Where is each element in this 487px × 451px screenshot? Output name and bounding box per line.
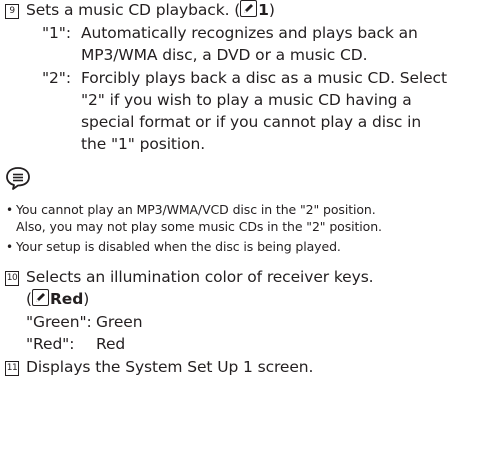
- item-number-9: 9: [5, 4, 19, 19]
- note-1-line-2: Also, you may not play some music CDs in…: [16, 219, 382, 234]
- option-1-text-2: MP3/WMA disc, a DVD or a music CD.: [81, 46, 368, 64]
- option-2-text: Forcibly plays back a disc as a music CD…: [81, 69, 447, 87]
- item-9-text: Sets a music CD playback. (: [26, 1, 241, 19]
- item-number-10: 10: [5, 271, 19, 286]
- option-1-text: Automatically recognizes and plays back …: [81, 24, 418, 42]
- bullet: •: [6, 203, 14, 217]
- option-2-text-3: special format or if you cannot play a d…: [81, 113, 422, 131]
- item-10-default: (Red): [26, 289, 90, 308]
- option-red-value: Red: [96, 335, 126, 353]
- option-red-key: "Red":: [26, 335, 75, 353]
- bullet: •: [6, 240, 14, 254]
- item-9-description: Sets a music CD playback. (1): [26, 0, 275, 19]
- option-2-text-4: the "1" position.: [81, 135, 206, 153]
- pencil-icon: [240, 0, 258, 17]
- option-green-value: Green: [96, 313, 143, 331]
- item-11-description: Displays the System Set Up 1 screen.: [26, 358, 314, 376]
- option-2-text-2: "2" if you wish to play a music CD havin…: [81, 91, 412, 109]
- item-10-default-value: Red: [49, 290, 84, 308]
- item-9-default: 1: [258, 1, 269, 19]
- note-icon: [5, 166, 31, 194]
- pencil-icon: [31, 289, 49, 306]
- item-10-description: Selects an illumination color of receive…: [26, 268, 374, 286]
- option-1-key: "1":: [42, 24, 71, 42]
- note-1-line-1: You cannot play an MP3/WMA/VCD disc in t…: [16, 202, 376, 217]
- note-2-line-1: Your setup is disabled when the disc is …: [16, 239, 341, 254]
- option-2-key: "2":: [42, 69, 71, 87]
- option-green-key: "Green":: [26, 313, 92, 331]
- item-number-11: 11: [5, 361, 19, 376]
